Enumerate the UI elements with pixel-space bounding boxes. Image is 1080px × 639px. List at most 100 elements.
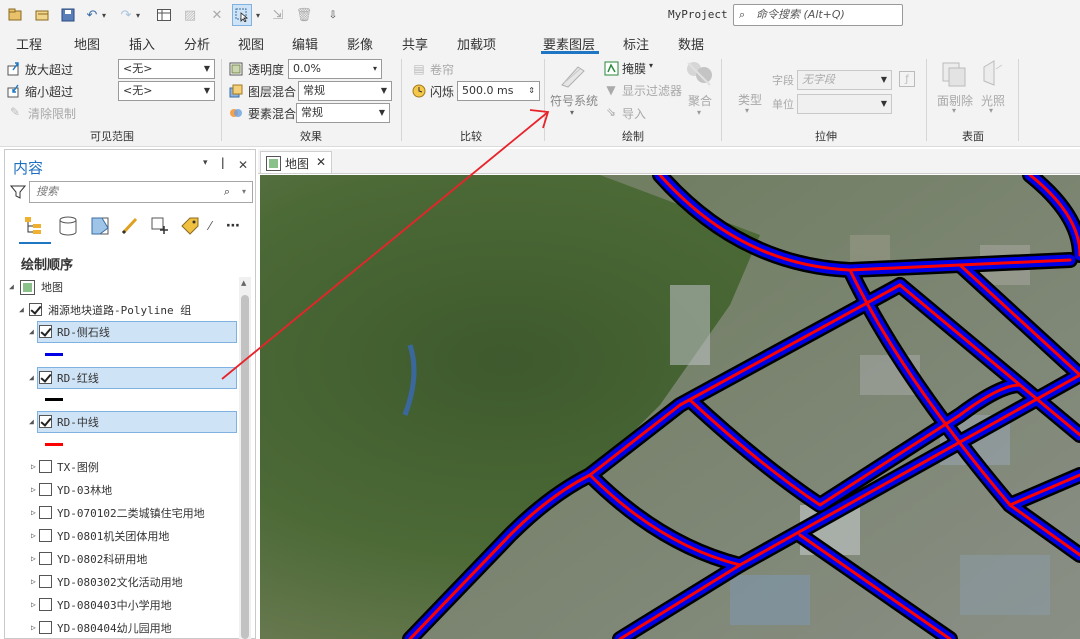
zoom-in-beyond-button[interactable]: 放大超过 <box>25 61 73 78</box>
toc-map-node[interactable]: ◢ 地图 <box>5 276 235 298</box>
tab-imagery[interactable]: 影像 <box>347 34 373 53</box>
toc-layer[interactable]: ▷ YD-080403中小学用地 <box>5 594 235 616</box>
aggregate-dropdown-icon[interactable]: ▾ <box>697 108 701 117</box>
expression-icon[interactable]: ƒ <box>899 71 915 87</box>
toc-group-layer[interactable]: ◢ 湘源地块道路-Polyline 组 <box>5 299 235 321</box>
toc-layer-rd-curb[interactable]: ◢ RD-侧石线 <box>5 321 235 343</box>
tab-map[interactable]: 地图 <box>74 34 100 53</box>
list-by-snapping-icon[interactable] <box>149 215 171 237</box>
map-canvas[interactable] <box>260 175 1080 639</box>
layer-checkbox[interactable] <box>39 598 52 611</box>
undo-icon[interactable]: ↶ <box>84 6 100 24</box>
expand-icon[interactable]: ▷ <box>31 577 36 586</box>
redo-icon[interactable]: ↷ <box>118 6 134 24</box>
expand-icon[interactable]: ▷ <box>31 485 36 494</box>
transparency-select[interactable]: 0.0% ▾ <box>288 59 382 79</box>
search-options-icon[interactable]: ▾ <box>242 182 246 202</box>
list-by-drawing-order-icon[interactable] <box>23 215 45 237</box>
list-by-editing-icon[interactable] <box>119 215 141 237</box>
tab-data[interactable]: 数据 <box>678 34 704 53</box>
collapse-icon[interactable]: ◢ <box>29 373 34 382</box>
layer-blend-select[interactable]: 常规 ▼ <box>298 81 392 101</box>
toc-layer[interactable]: ▷ YD-070102二类城镇住宅用地 <box>5 502 235 524</box>
redo-dropdown-icon[interactable]: ▾ <box>134 6 142 24</box>
contents-search-input[interactable]: 搜索 ⌕ ▾ <box>29 181 253 203</box>
pane-options-icon[interactable]: ▾ <box>203 158 208 168</box>
tab-share[interactable]: 共享 <box>402 34 428 53</box>
layer-checkbox[interactable] <box>39 371 52 384</box>
close-tab-icon[interactable]: ✕ <box>316 155 326 169</box>
zoom-out-beyond-button[interactable]: 缩小超过 <box>25 83 73 100</box>
layer-checkbox[interactable] <box>39 415 52 428</box>
extrusion-field-select[interactable]: 无字段 ▼ <box>797 70 892 90</box>
filter-icon[interactable] <box>9 184 27 203</box>
tab-analysis[interactable]: 分析 <box>184 34 210 53</box>
zoom-out-beyond-select[interactable]: <无> ▼ <box>118 81 215 101</box>
select-icon[interactable] <box>232 4 252 26</box>
close-icon[interactable]: ✕ <box>209 6 225 24</box>
symbol-swatch-black[interactable] <box>45 398 63 401</box>
save-icon[interactable] <box>59 6 77 24</box>
tab-insert[interactable]: 插入 <box>129 34 155 53</box>
new-icon[interactable] <box>6 6 24 24</box>
toc-layer-rd-centerline[interactable]: ◢ RD-中线 <box>5 411 235 433</box>
layer-checkbox[interactable] <box>39 506 52 519</box>
tab-labeling[interactable]: 标注 <box>623 34 649 53</box>
layer-checkbox[interactable] <box>39 575 52 588</box>
toc-layer-rd-redline[interactable]: ◢ RD-红线 <box>5 367 235 389</box>
swipe-button[interactable]: 卷帘 <box>430 61 454 78</box>
expand-icon[interactable]: ▷ <box>31 508 36 517</box>
toc-layer[interactable]: ▷ YD-0801机关团体用地 <box>5 525 235 547</box>
symbology-button[interactable]: 符号系统 <box>550 92 598 109</box>
map-view-tab[interactable]: 地图 ✕ <box>260 151 332 173</box>
export-icon[interactable]: ⇲ <box>270 6 286 24</box>
layer-checkbox[interactable] <box>39 621 52 634</box>
layer-checkbox[interactable] <box>39 529 52 542</box>
customize-icon[interactable]: ⇩ <box>326 6 340 24</box>
mask-button[interactable]: 掩膜 <box>622 60 646 77</box>
toc-layer[interactable]: ▷ YD-080302文化活动用地 <box>5 571 235 593</box>
scroll-up-icon[interactable]: ▲ <box>241 279 246 287</box>
tab-view[interactable]: 视图 <box>238 34 264 53</box>
toc-layer[interactable]: ▷ YD-0802科研用地 <box>5 548 235 570</box>
collapse-icon[interactable]: ◢ <box>19 305 24 314</box>
list-by-source-icon[interactable] <box>57 215 79 237</box>
map-imagery[interactable] <box>260 175 1080 639</box>
symbol-swatch-blue[interactable] <box>45 353 63 356</box>
list-by-perspective-icon[interactable]: ⁄ <box>205 215 215 237</box>
close-pane-icon[interactable]: ✕ <box>238 158 248 172</box>
zoom-in-beyond-select[interactable]: <无> ▼ <box>118 59 215 79</box>
collapse-icon[interactable]: ◢ <box>9 282 14 291</box>
symbol-swatch-red[interactable] <box>45 443 63 446</box>
expand-icon[interactable]: ▷ <box>31 623 36 632</box>
extrusion-type-button[interactable]: 类型 <box>738 91 762 108</box>
display-filter-button[interactable]: 显示过滤器 <box>622 82 682 99</box>
extrusion-unit-select[interactable]: ▼ <box>797 94 892 114</box>
layer-checkbox[interactable] <box>39 325 52 338</box>
expand-icon[interactable]: ▷ <box>31 600 36 609</box>
group-layer-checkbox[interactable] <box>29 303 42 316</box>
open-icon[interactable] <box>33 6 51 24</box>
tab-add-in[interactable]: 加载项 <box>457 34 496 53</box>
face-culling-dropdown-icon[interactable]: ▾ <box>952 106 956 115</box>
layer-checkbox[interactable] <box>39 483 52 496</box>
aggregate-button[interactable]: 聚合 <box>688 92 712 109</box>
collapse-icon[interactable]: ◢ <box>29 417 34 426</box>
table-icon[interactable] <box>155 6 173 24</box>
feature-blend-select[interactable]: 常规 ▼ <box>296 103 390 123</box>
tab-project[interactable]: 工程 <box>16 34 42 53</box>
delete-icon[interactable]: 🗑 <box>296 6 313 24</box>
layer-checkbox[interactable] <box>39 460 52 473</box>
expand-icon[interactable]: ▷ <box>31 554 36 563</box>
select-dropdown-icon[interactable]: ▾ <box>254 6 262 24</box>
toc-layer[interactable]: ▷ YD-080404幼儿园用地 <box>5 617 235 639</box>
list-by-selection-icon[interactable] <box>89 215 111 237</box>
scrollbar-thumb[interactable] <box>241 295 249 639</box>
layer-checkbox[interactable] <box>39 552 52 565</box>
import-button[interactable]: 导入 <box>622 105 646 122</box>
mask-dropdown-icon[interactable]: ▾ <box>649 61 653 70</box>
undo-dropdown-icon[interactable]: ▾ <box>100 6 108 24</box>
clear-limits-button[interactable]: 清除限制 <box>28 105 76 122</box>
more-options-icon[interactable]: ⋯ <box>223 215 243 237</box>
edit-icon[interactable]: ▨ <box>182 6 198 24</box>
